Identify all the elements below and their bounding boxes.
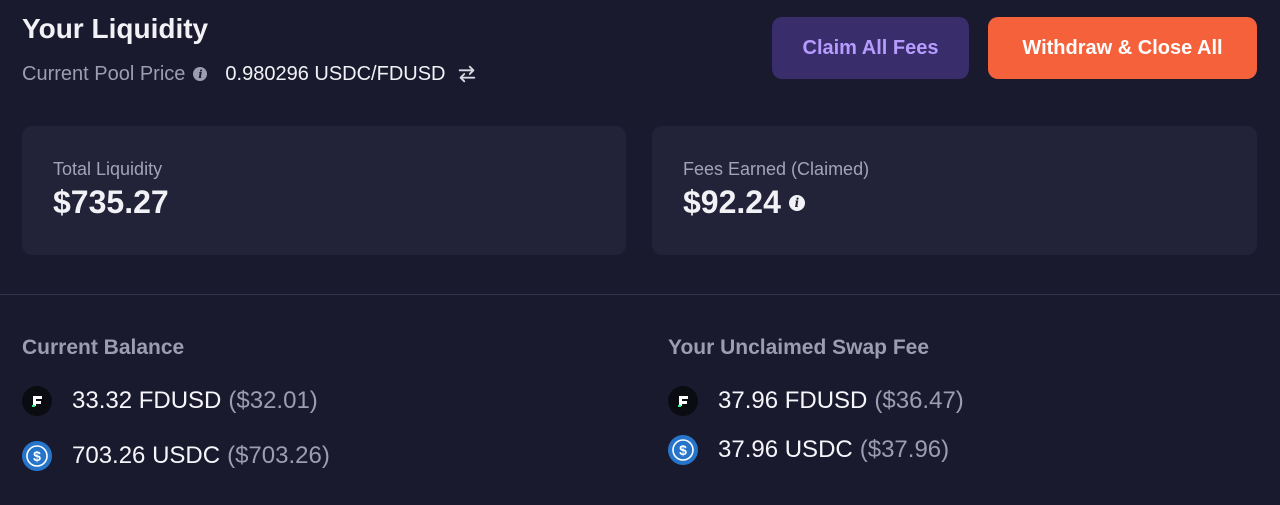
svg-text:$: $ bbox=[679, 442, 687, 458]
pool-price-value: 0.980296 USDC/FDUSD bbox=[225, 62, 446, 85]
token-amount: 37.96 FDUSD bbox=[718, 387, 868, 414]
token-amount: 703.26 USDC bbox=[72, 442, 221, 469]
unclaimed-row-usdc: $ 37.96 USDC ($37.96) bbox=[668, 433, 949, 467]
total-liquidity-value: $735.27 bbox=[53, 184, 169, 221]
info-icon[interactable]: i bbox=[193, 67, 208, 81]
balance-row-fdusd: 33.32 FDUSD ($32.01) bbox=[22, 384, 318, 418]
fees-earned-value: $92.24 i bbox=[683, 184, 805, 221]
fdusd-icon bbox=[22, 386, 52, 416]
swap-direction-icon[interactable] bbox=[456, 63, 478, 85]
token-usd-value: ($32.01) bbox=[228, 387, 318, 414]
token-amount: 33.32 FDUSD bbox=[72, 387, 222, 414]
info-icon[interactable]: i bbox=[788, 194, 805, 211]
svg-text:$: $ bbox=[33, 448, 41, 464]
current-balance-title: Current Balance bbox=[22, 336, 185, 359]
unclaimed-fee-title: Your Unclaimed Swap Fee bbox=[668, 336, 930, 359]
fees-earned-amount: $92.24 bbox=[683, 184, 781, 220]
token-usd-value: ($37.96) bbox=[859, 436, 950, 463]
withdraw-close-all-button[interactable]: Withdraw & Close All bbox=[988, 17, 1257, 79]
pool-price-row: Current Pool Price i 0.980296 USDC/FDUSD bbox=[22, 60, 478, 88]
usdc-icon: $ bbox=[22, 441, 52, 471]
fees-earned-label: Fees Earned (Claimed) bbox=[683, 159, 870, 179]
total-liquidity-label: Total Liquidity bbox=[53, 159, 163, 179]
claim-all-fees-button[interactable]: Claim All Fees bbox=[772, 17, 969, 79]
unclaimed-row-fdusd: 37.96 FDUSD ($36.47) bbox=[668, 384, 964, 418]
fees-earned-card: Fees Earned (Claimed) $92.24 i bbox=[652, 126, 1257, 255]
section-divider bbox=[0, 294, 1280, 295]
token-usd-value: ($36.47) bbox=[874, 387, 964, 414]
total-liquidity-card: Total Liquidity $735.27 bbox=[22, 126, 626, 255]
usdc-icon: $ bbox=[668, 435, 698, 465]
balance-row-usdc: $ 703.26 USDC ($703.26) bbox=[22, 439, 330, 473]
token-amount: 37.96 USDC bbox=[718, 436, 853, 463]
total-liquidity-amount: $735.27 bbox=[53, 184, 169, 220]
fdusd-icon bbox=[668, 386, 698, 416]
page-title: Your Liquidity bbox=[22, 13, 209, 44]
token-usd-value: ($703.26) bbox=[227, 442, 330, 469]
pool-price-label: Current Pool Price bbox=[22, 62, 186, 85]
